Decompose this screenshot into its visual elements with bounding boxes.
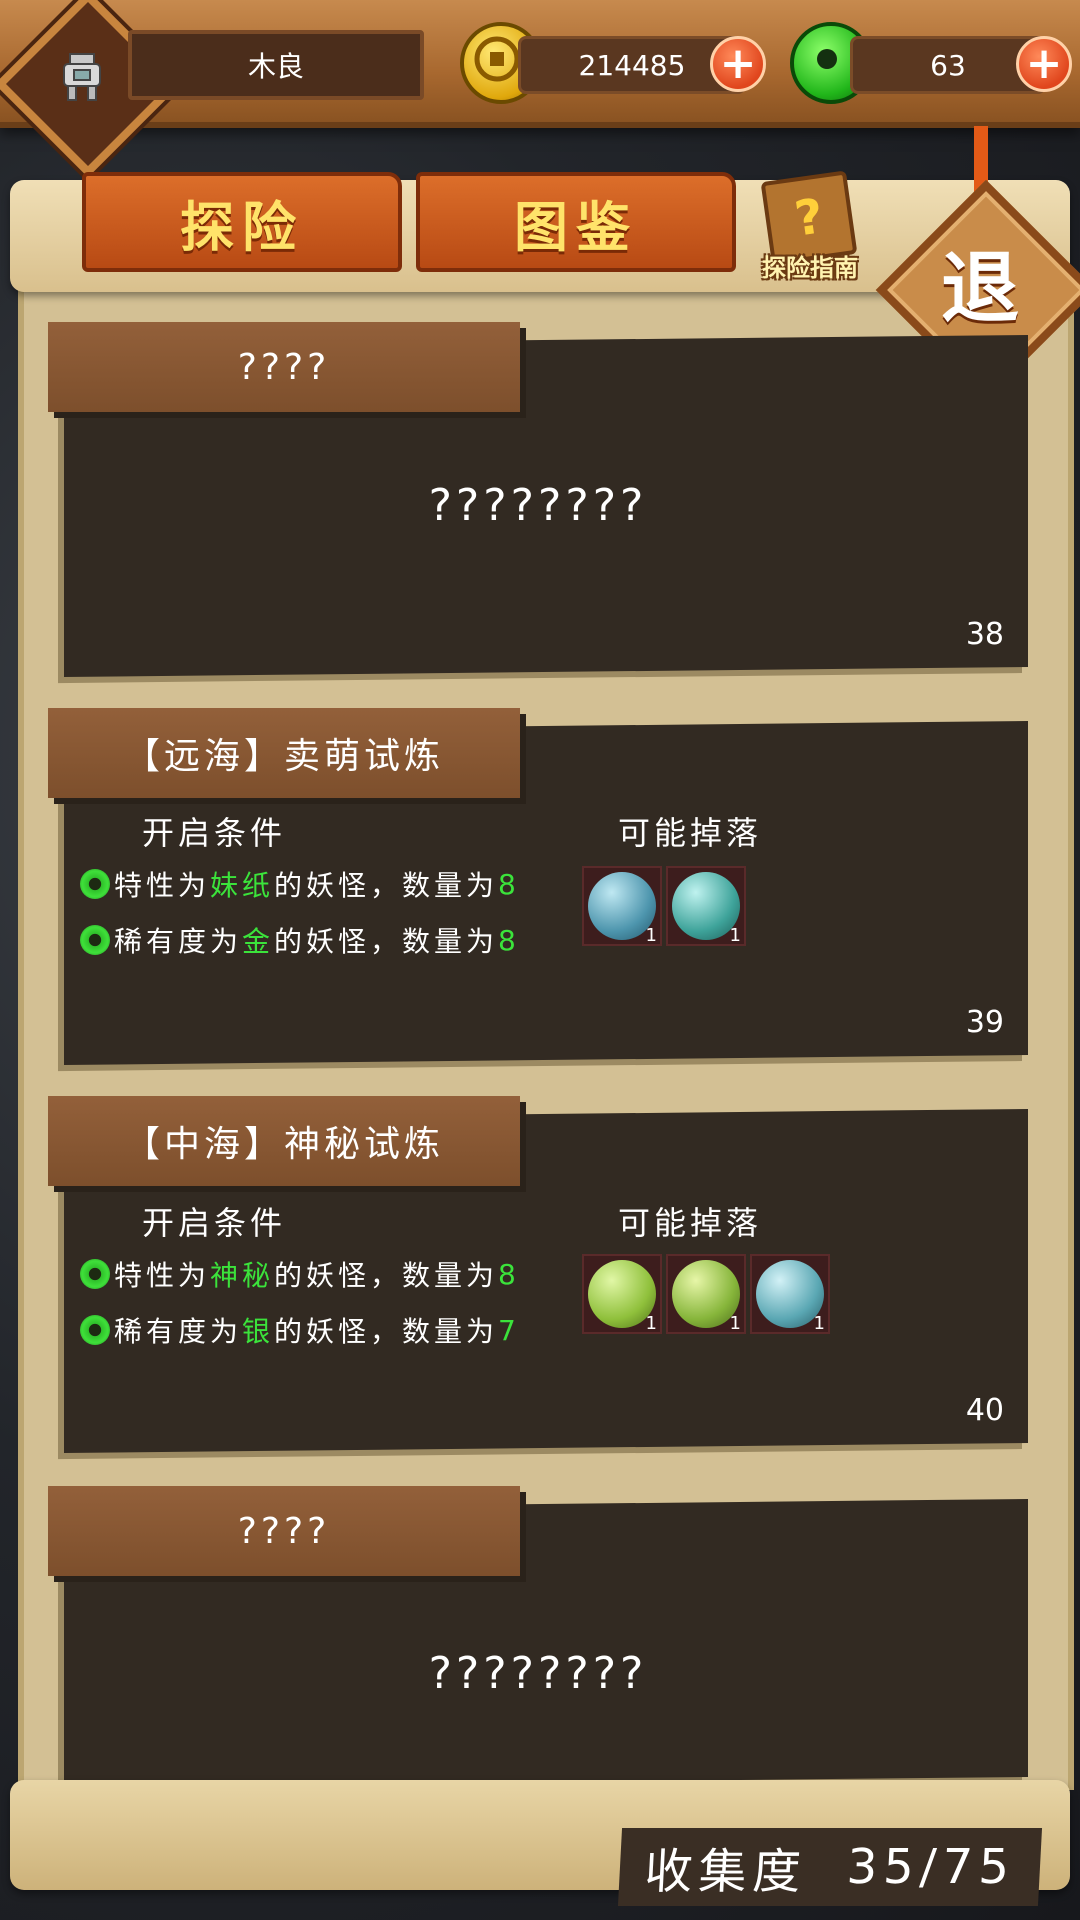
- drop-count: 1: [729, 925, 741, 946]
- condition-text: 特性为: [114, 1259, 211, 1292]
- card-number: 40: [965, 1393, 1004, 1428]
- possible-drops-label: 可能掉落: [618, 814, 763, 852]
- card-number: 39: [965, 1005, 1004, 1040]
- condition-highlight: 金: [242, 925, 275, 958]
- jade-bullet-icon: [80, 1315, 110, 1345]
- top-bar: 木良 214485 + 63 +: [0, 0, 1080, 178]
- add-gems-button[interactable]: +: [1016, 36, 1072, 92]
- condition-text: 稀有度为: [114, 1315, 243, 1348]
- open-conditions-label: 开启条件: [142, 814, 287, 852]
- drop-count: 1: [813, 1313, 825, 1334]
- condition-highlight: 银: [242, 1315, 275, 1348]
- condition-highlight: 妹纸: [210, 869, 275, 902]
- jade-bullet-icon: [80, 869, 110, 899]
- possible-drops-label: 可能掉落: [618, 1204, 763, 1242]
- open-conditions-label: 开启条件: [142, 1204, 287, 1242]
- card-title: ????: [48, 322, 520, 412]
- condition-text: 的妖怪，数量为: [274, 1315, 499, 1348]
- condition-row: 特性为 妹纸 的妖怪，数量为 8: [80, 864, 520, 904]
- stage-card-39[interactable]: 【远海】卖萌试炼 开启条件 可能掉落 特性为 妹纸 的妖怪，数量为 8 稀有度为金的妖…: [48, 708, 1028, 1066]
- condition-text: 的妖怪，数量为: [274, 869, 499, 902]
- drop-item[interactable]: 1: [666, 866, 746, 946]
- card-title: ????: [48, 1486, 520, 1576]
- condition-row: 特性为 神秘 的妖怪，数量为 8: [80, 1254, 520, 1294]
- condition-text: 稀有度为: [114, 925, 243, 958]
- stage-card-38[interactable]: ???? ???????? 38: [48, 322, 1028, 678]
- jade-bullet-icon: [80, 925, 110, 955]
- drop-item[interactable]: 1: [582, 1254, 662, 1334]
- drop-count: 1: [645, 925, 657, 946]
- avatar-icon[interactable]: [46, 40, 118, 112]
- drop-item[interactable]: 1: [582, 866, 662, 946]
- condition-row: 稀有度为银的妖怪，数量为 7: [80, 1310, 520, 1350]
- drop-item[interactable]: 1: [666, 1254, 746, 1334]
- collection-label: 收集度: [643, 1844, 809, 1900]
- stage-card-locked[interactable]: ???? ????????: [48, 1486, 1028, 1788]
- card-title: 【远海】卖萌试炼: [48, 708, 520, 798]
- card-locked-text: ????????: [428, 1648, 648, 1699]
- collection-value: 35/75: [845, 1839, 1017, 1895]
- drop-list: 1 1: [582, 866, 746, 946]
- card-title: 【中海】神秘试炼: [48, 1096, 520, 1186]
- condition-text: 的妖怪，数量为: [274, 925, 499, 958]
- tab-codex[interactable]: 图鉴: [416, 172, 736, 272]
- add-coins-button[interactable]: +: [710, 36, 766, 92]
- collection-progress: 收集度 35/75: [617, 1828, 1043, 1906]
- stage-card-40[interactable]: 【中海】神秘试炼 开启条件 可能掉落 特性为 神秘 的妖怪，数量为 8 稀有度为银的妖…: [48, 1096, 1028, 1454]
- card-locked-text: ????????: [428, 480, 648, 531]
- condition-text: 的妖怪，数量为: [274, 1259, 499, 1292]
- condition-row: 稀有度为金的妖怪，数量为 8: [80, 920, 520, 960]
- explore-guide-button[interactable]: ? 探险指南: [748, 170, 872, 286]
- condition-count: 7: [498, 1313, 520, 1347]
- condition-count: 8: [498, 1257, 520, 1291]
- condition-count: 8: [498, 923, 520, 957]
- condition-text: 特性为: [114, 869, 211, 902]
- tab-explore[interactable]: 探险: [82, 172, 402, 272]
- jade-bullet-icon: [80, 1259, 110, 1289]
- drop-list: 1 1 1: [582, 1254, 830, 1334]
- condition-highlight: 神秘: [210, 1259, 275, 1292]
- drop-count: 1: [645, 1313, 657, 1334]
- card-number: 38: [965, 617, 1004, 652]
- player-name: 木良: [128, 30, 424, 100]
- guide-label: 探险指南: [762, 254, 858, 282]
- condition-count: 8: [498, 867, 520, 901]
- drop-item[interactable]: 1: [750, 1254, 830, 1334]
- drop-count: 1: [729, 1313, 741, 1334]
